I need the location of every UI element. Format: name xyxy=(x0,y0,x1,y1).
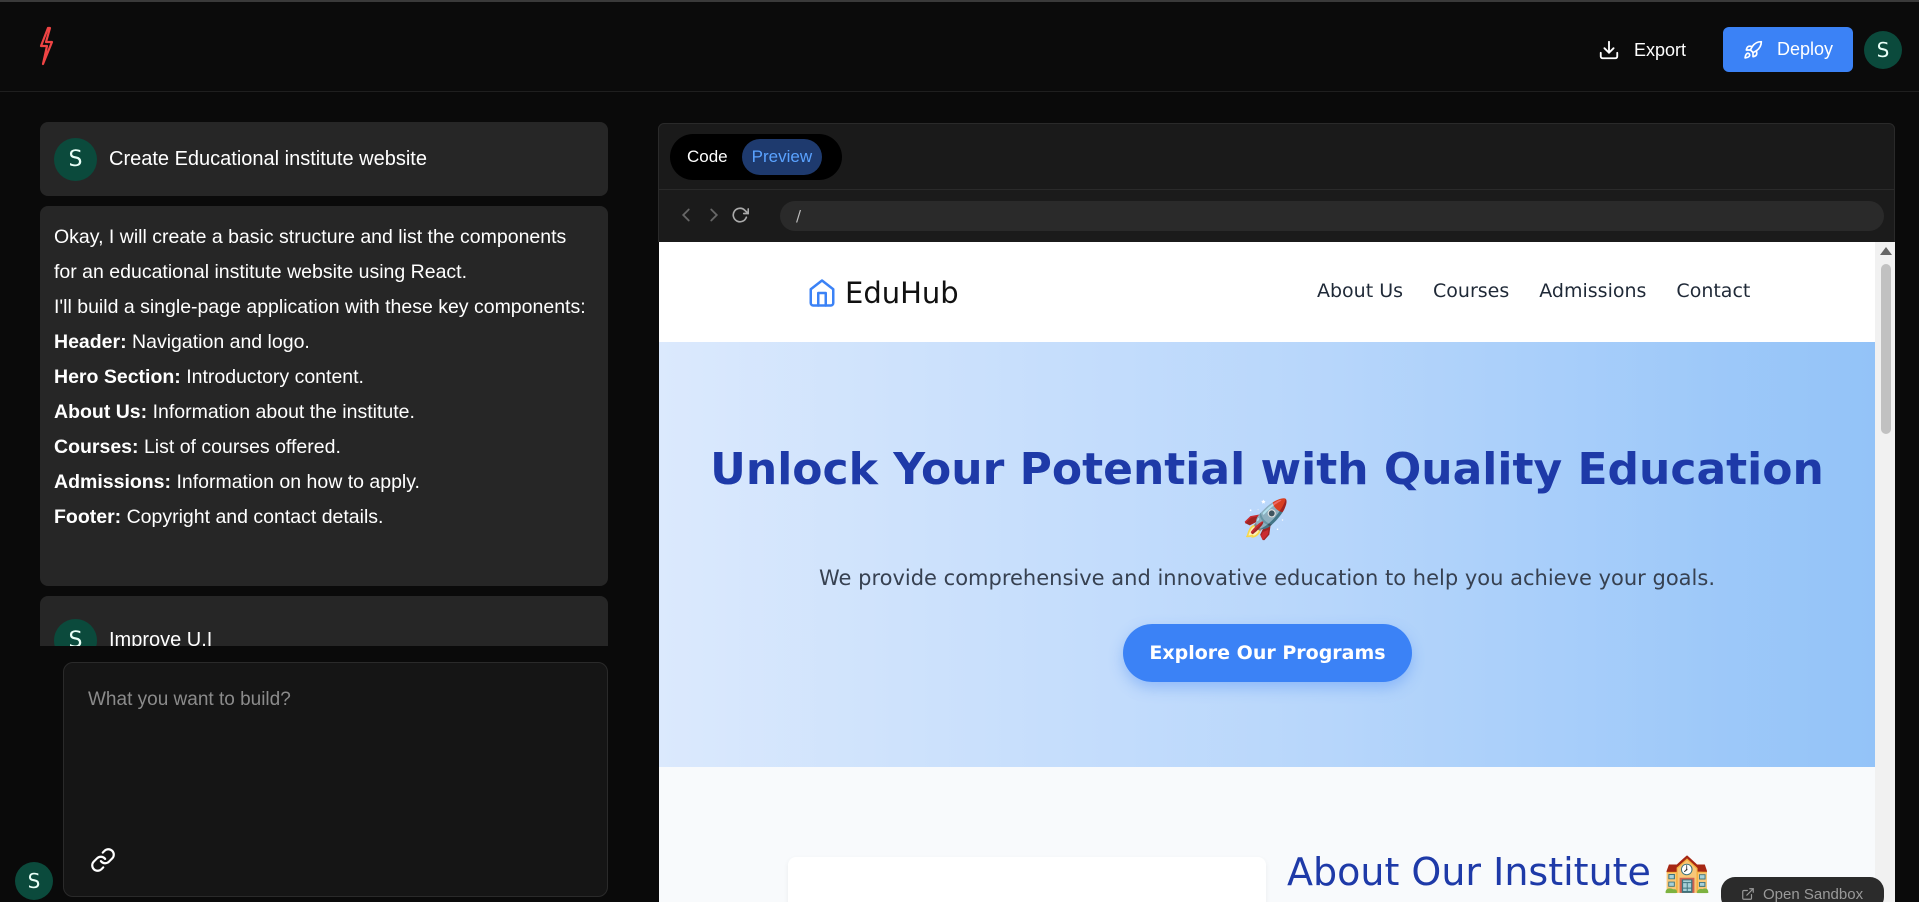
about-image-card xyxy=(788,857,1266,902)
hero-subtitle: We provide comprehensive and innovative … xyxy=(818,566,1715,590)
scroll-thumb[interactable] xyxy=(1881,264,1891,434)
item-label: Hero Section: xyxy=(54,366,181,388)
rocket-icon xyxy=(1744,40,1763,59)
prompt-input[interactable] xyxy=(88,689,578,809)
external-link-icon xyxy=(1742,888,1754,900)
export-button[interactable]: Export xyxy=(1598,28,1686,72)
browser-bar: / xyxy=(658,190,1895,242)
rocket-emoji: 🚀 xyxy=(1242,499,1290,541)
item-text: List of courses offered. xyxy=(138,436,341,458)
list-item: Footer: Copyright and contact details. xyxy=(54,500,594,535)
user-message: S Create Educational institute website xyxy=(40,122,608,196)
item-label: Footer: xyxy=(54,506,122,528)
hero-section: Unlock Your Potential with Quality Educa… xyxy=(659,342,1875,767)
item-text: Information about the institute. xyxy=(147,401,415,423)
nav-about-us[interactable]: About Us xyxy=(1317,280,1403,302)
link-icon[interactable] xyxy=(90,847,116,873)
download-icon xyxy=(1599,40,1619,60)
bolt-logo-icon[interactable] xyxy=(32,26,60,66)
item-text: Information on how to apply. xyxy=(171,471,420,493)
prompt-box xyxy=(63,662,608,897)
sidebar-user-avatar[interactable]: S xyxy=(15,862,53,900)
nav-contact[interactable]: Contact xyxy=(1676,280,1750,302)
message-text: Okay, I will create a basic structure an… xyxy=(54,226,567,283)
message-text: I'll build a single-page application wit… xyxy=(54,296,586,318)
message-text: Create Educational institute website xyxy=(109,147,427,170)
user-avatar[interactable]: S xyxy=(1864,31,1902,69)
item-text: Copyright and contact details. xyxy=(121,506,384,528)
nav-admissions[interactable]: Admissions xyxy=(1539,280,1646,302)
site-brand-name: EduHub xyxy=(845,276,959,310)
tab-preview[interactable]: Preview xyxy=(741,139,823,175)
deploy-label: Deploy xyxy=(1776,39,1834,59)
deploy-button[interactable]: Deploy xyxy=(1723,27,1853,72)
user-message: S Improve U.I xyxy=(40,596,608,646)
site-brand[interactable]: EduHub xyxy=(807,276,959,310)
site-header: EduHub About Us Courses Admissions Conta… xyxy=(659,242,1875,342)
message-text: Improve U.I xyxy=(109,629,213,646)
nav-courses[interactable]: Courses xyxy=(1433,280,1509,302)
list-item: Header: Navigation and logo. xyxy=(54,325,594,360)
forward-icon[interactable] xyxy=(703,204,725,226)
item-label: Courses: xyxy=(54,436,139,458)
url-bar[interactable]: / xyxy=(780,201,1884,231)
item-text: Introductory content. xyxy=(180,366,364,388)
workspace-header: Code Preview xyxy=(658,123,1895,190)
list-item: About Us: Information about the institut… xyxy=(54,395,594,430)
open-sandbox-button[interactable]: Open Sandbox xyxy=(1721,877,1884,902)
home-icon xyxy=(809,279,835,307)
open-sandbox-label: Open Sandbox xyxy=(1763,885,1864,902)
avatar: S xyxy=(54,619,97,646)
refresh-icon[interactable] xyxy=(731,206,749,224)
list-item: Hero Section: Introductory content. xyxy=(54,360,594,395)
item-text: Navigation and logo. xyxy=(126,331,310,353)
tab-code[interactable]: Code xyxy=(677,139,738,175)
list-item: Courses: List of courses offered. xyxy=(54,430,594,465)
preview-scrollbar[interactable] xyxy=(1875,242,1895,902)
list-item: Admissions: Information on how to apply. xyxy=(54,465,594,500)
hero-title: Unlock Your Potential with Quality Educa… xyxy=(710,444,1824,495)
view-toggle: Code Preview xyxy=(670,134,842,180)
back-icon[interactable] xyxy=(675,204,697,226)
preview-frame[interactable]: EduHub About Us Courses Admissions Conta… xyxy=(659,242,1895,902)
item-label: Header: xyxy=(54,331,127,353)
avatar: S xyxy=(54,137,97,181)
scroll-up-icon[interactable] xyxy=(1880,247,1892,255)
about-title: About Our Institute 🏫 xyxy=(1287,850,1711,894)
site-nav: About Us Courses Admissions Contact xyxy=(1317,280,1750,302)
export-label: Export xyxy=(1634,39,1687,60)
top-bar: Export Deploy S xyxy=(0,0,1919,92)
chat-history[interactable]: S Create Educational institute website O… xyxy=(40,122,608,646)
item-label: Admissions: xyxy=(54,471,172,493)
item-label: About Us: xyxy=(54,401,148,423)
assistant-message: Okay, I will create a basic structure an… xyxy=(40,206,608,586)
explore-programs-button[interactable]: Explore Our Programs xyxy=(1123,624,1412,682)
